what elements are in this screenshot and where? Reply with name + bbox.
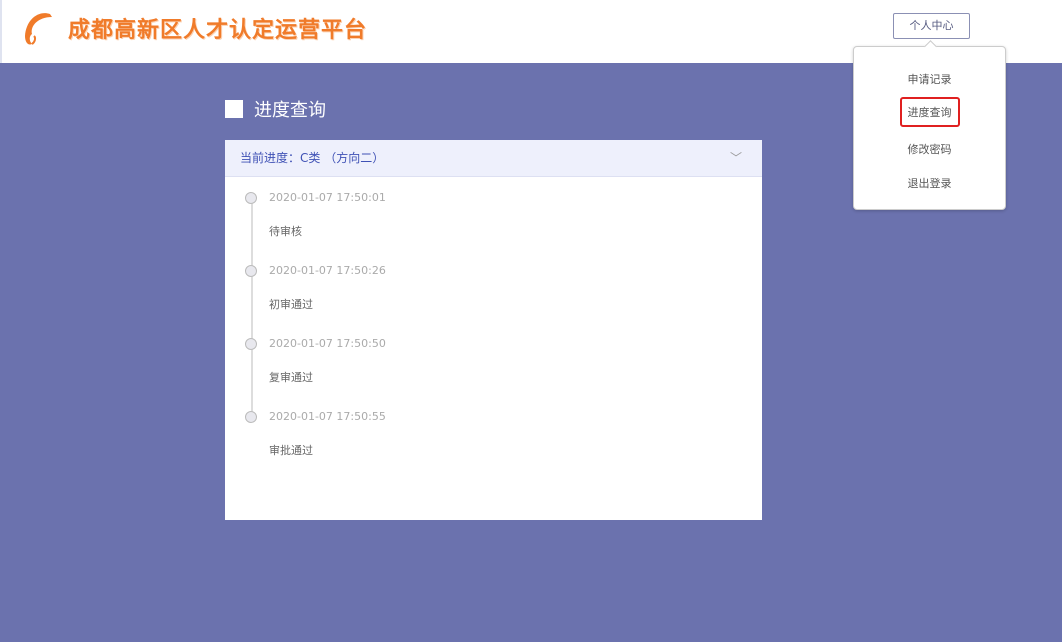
progress-card: 当前进度：C类 （方向二） ﹀ 2020-01-07 17:50:01 待审核 2… — [225, 140, 762, 520]
menu-label: 申请记录 — [907, 73, 952, 86]
menu-item-logout[interactable]: 退出登录 — [854, 175, 1005, 191]
logo-icon — [25, 13, 52, 45]
chevron-down-icon: ﹀ — [729, 151, 742, 165]
menu-item-application-records[interactable]: 申请记录 — [854, 71, 1005, 87]
timeline-status: 审批通过 — [269, 444, 313, 457]
timeline-dot-icon — [245, 265, 257, 277]
menu-label: 退出登录 — [907, 177, 952, 190]
user-dropdown-menu: 申请记录 进度查询 修改密码 退出登录 — [853, 46, 1006, 210]
timeline-dot-icon — [245, 411, 257, 423]
section-title: 进度查询 — [225, 96, 326, 122]
section-marker-icon — [225, 100, 243, 118]
timeline-status: 待审核 — [269, 225, 302, 238]
timeline-status: 初审通过 — [269, 298, 313, 311]
menu-label: 修改密码 — [907, 143, 952, 156]
timeline-time: 2020-01-07 17:50:55 — [269, 410, 386, 423]
user-center-button[interactable]: 个人中心 — [893, 13, 970, 39]
timeline-time: 2020-01-07 17:50:01 — [269, 191, 386, 204]
timeline-time: 2020-01-07 17:50:50 — [269, 337, 386, 350]
menu-label: 进度查询 — [899, 97, 960, 127]
timeline-dot-icon — [245, 192, 257, 204]
progress-collapse-header[interactable]: 当前进度：C类 （方向二） ﹀ — [225, 140, 762, 177]
site-title: 成都高新区人才认定运营平台 — [68, 18, 368, 43]
timeline-line — [251, 198, 253, 418]
timeline-dot-icon — [245, 338, 257, 350]
page-title: 进度查询 — [254, 100, 326, 121]
menu-item-change-password[interactable]: 修改密码 — [854, 141, 1005, 157]
timeline-time: 2020-01-07 17:50:26 — [269, 264, 386, 277]
current-progress: 当前进度：C类 （方向二） — [240, 151, 385, 165]
menu-item-progress-query[interactable]: 进度查询 — [854, 97, 1005, 127]
timeline-status: 复审通过 — [269, 371, 313, 384]
